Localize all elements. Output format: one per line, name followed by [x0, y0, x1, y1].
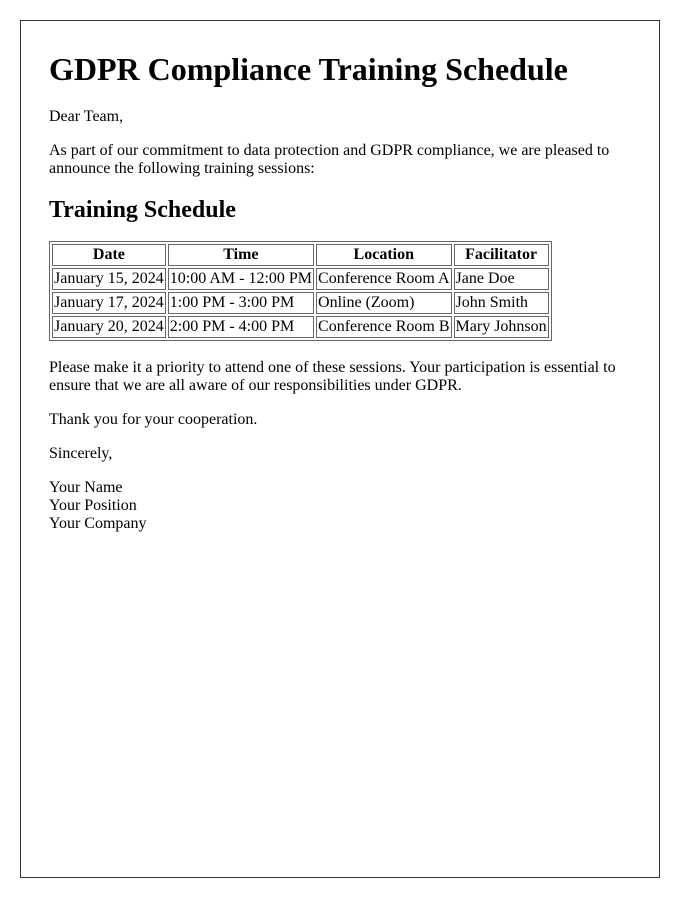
cell-location: Conference Room A [316, 268, 452, 290]
table-row: January 15, 2024 10:00 AM - 12:00 PM Con… [52, 268, 549, 290]
table-row: January 17, 2024 1:00 PM - 3:00 PM Onlin… [52, 292, 549, 314]
cell-facilitator: Mary Johnson [453, 316, 549, 338]
cell-time: 2:00 PM - 4:00 PM [167, 316, 315, 338]
header-location: Location [316, 244, 452, 266]
letter-page: GDPR Compliance Training Schedule Dear T… [20, 20, 660, 878]
intro-paragraph: As part of our commitment to data protec… [49, 142, 610, 177]
page-title: GDPR Compliance Training Schedule [49, 51, 568, 87]
cell-location: Online (Zoom) [316, 292, 452, 314]
closing-paragraph: Please make it a priority to attend one … [49, 359, 616, 394]
signature-position: Your Position [49, 497, 137, 514]
header-date: Date [52, 244, 166, 266]
sign-off: Sincerely, [49, 445, 113, 462]
section-heading: Training Schedule [49, 197, 236, 223]
cell-date: January 17, 2024 [52, 292, 166, 314]
table-row: January 20, 2024 2:00 PM - 4:00 PM Confe… [52, 316, 549, 338]
schedule-table: Date Time Location Facilitator January 1… [49, 241, 552, 341]
cell-date: January 15, 2024 [52, 268, 166, 290]
signature-block: Your Name Your Position Your Company [49, 479, 631, 533]
cell-facilitator: John Smith [453, 292, 549, 314]
cell-time: 1:00 PM - 3:00 PM [167, 292, 315, 314]
thanks-line: Thank you for your cooperation. [49, 411, 258, 428]
cell-date: January 20, 2024 [52, 316, 166, 338]
cell-facilitator: Jane Doe [453, 268, 549, 290]
cell-time: 10:00 AM - 12:00 PM [167, 268, 315, 290]
signature-company: Your Company [49, 515, 147, 532]
greeting: Dear Team, [49, 108, 124, 125]
cell-location: Conference Room B [316, 316, 452, 338]
header-time: Time [167, 244, 315, 266]
signature-name: Your Name [49, 479, 123, 496]
header-facilitator: Facilitator [453, 244, 549, 266]
table-header-row: Date Time Location Facilitator [52, 244, 549, 266]
